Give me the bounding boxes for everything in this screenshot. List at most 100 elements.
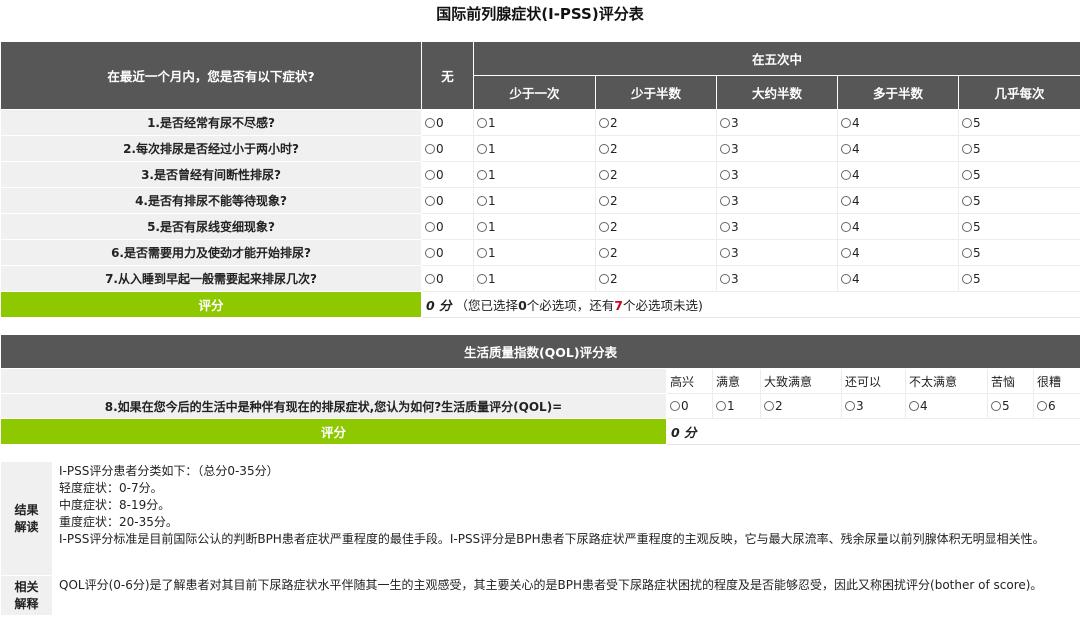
option-label: 0 bbox=[436, 115, 444, 130]
option-label: 0 bbox=[436, 219, 444, 234]
related-label-text: 相关解释 bbox=[14, 579, 39, 611]
radio-button[interactable] bbox=[425, 195, 435, 206]
question-column-header: 在最近一个月内，您是否有以下症状? bbox=[0, 41, 422, 110]
question-text: 6.是否需要用力及使劲才能开始排尿? bbox=[0, 239, 422, 266]
radio-button[interactable] bbox=[477, 247, 487, 258]
ipss-score-value: 0 分 bbox=[426, 298, 452, 313]
qol-option-cell: 0 bbox=[666, 393, 713, 419]
radio-button[interactable] bbox=[599, 195, 609, 206]
radio-button[interactable] bbox=[425, 273, 435, 284]
freq-header-more-than-half: 多于半数 bbox=[837, 75, 959, 110]
question-row: 1.是否经常有尿不尽感? 0 1 2 3 4 5 bbox=[0, 109, 1080, 136]
radio-button[interactable] bbox=[425, 221, 435, 232]
option-label: 4 bbox=[852, 219, 860, 234]
option-label: 5 bbox=[973, 271, 981, 286]
radio-button[interactable] bbox=[599, 117, 609, 128]
option-label: 4 bbox=[852, 271, 860, 286]
interpretation-line: 中度症状：8-19分。 bbox=[59, 498, 171, 512]
radio-button[interactable] bbox=[477, 169, 487, 180]
radio-button[interactable] bbox=[477, 195, 487, 206]
question-text: 1.是否经常有尿不尽感? bbox=[0, 109, 422, 136]
radio-button[interactable] bbox=[962, 143, 972, 154]
option-cell: 5 bbox=[958, 265, 1080, 292]
option-label: 3 bbox=[731, 193, 739, 208]
question-text: 7.从入睡到早起一般需要起来排尿几次? bbox=[0, 265, 422, 292]
radio-button[interactable] bbox=[720, 143, 730, 154]
qol-question: 8.如果在您今后的生活中是种伴有现在的排尿症状,您认为如何?生活质量评分(QOL… bbox=[0, 393, 667, 419]
radio-button[interactable] bbox=[720, 117, 730, 128]
qol-header: 满意 bbox=[712, 368, 761, 394]
radio-button[interactable] bbox=[599, 169, 609, 180]
interpretation-line: 轻度症状：0-7分。 bbox=[59, 481, 163, 495]
freq-header-less-than-half: 少于半数 bbox=[595, 75, 717, 110]
qol-option-label: 4 bbox=[920, 399, 928, 413]
option-cell: 2 bbox=[595, 213, 717, 240]
radio-button[interactable] bbox=[425, 169, 435, 180]
radio-button[interactable] bbox=[425, 247, 435, 258]
radio-button[interactable] bbox=[720, 247, 730, 258]
radio-button[interactable] bbox=[720, 169, 730, 180]
option-label: 3 bbox=[731, 115, 739, 130]
option-label: 1 bbox=[488, 115, 496, 130]
radio-button[interactable] bbox=[764, 401, 774, 411]
option-label: 0 bbox=[436, 141, 444, 156]
option-cell: 2 bbox=[595, 187, 717, 214]
radio-button[interactable] bbox=[962, 169, 972, 180]
radio-button[interactable] bbox=[962, 117, 972, 128]
option-label: 0 bbox=[436, 167, 444, 182]
radio-button[interactable] bbox=[716, 401, 726, 411]
question-row: 6.是否需要用力及使劲才能开始排尿? 0 1 2 3 4 5 bbox=[0, 239, 1080, 266]
radio-button[interactable] bbox=[599, 143, 609, 154]
radio-button[interactable] bbox=[599, 273, 609, 284]
radio-button[interactable] bbox=[477, 221, 487, 232]
radio-button[interactable] bbox=[599, 221, 609, 232]
radio-button[interactable] bbox=[425, 117, 435, 128]
radio-button[interactable] bbox=[962, 195, 972, 206]
radio-button[interactable] bbox=[909, 401, 919, 411]
option-label: 4 bbox=[852, 245, 860, 260]
ipss-score-summary: 0 分 （您已选择0个必选项，还有7个必选项未选) bbox=[421, 291, 1080, 318]
question-text: 5.是否有尿线变细现象? bbox=[0, 213, 422, 240]
option-cell: 5 bbox=[958, 109, 1080, 136]
radio-button[interactable] bbox=[720, 221, 730, 232]
radio-button[interactable] bbox=[841, 117, 851, 128]
qol-option-cell: 5 bbox=[987, 393, 1034, 419]
question-row: 2.每次排尿是否经过小于两小时? 0 1 2 3 4 5 bbox=[0, 135, 1080, 162]
radio-button[interactable] bbox=[477, 117, 487, 128]
option-cell: 3 bbox=[716, 135, 838, 162]
radio-button[interactable] bbox=[477, 273, 487, 284]
radio-button[interactable] bbox=[841, 221, 851, 232]
freq-header-about-half: 大约半数 bbox=[716, 75, 838, 110]
related-label: 相关解释 bbox=[0, 575, 53, 616]
radio-button[interactable] bbox=[841, 169, 851, 180]
radio-button[interactable] bbox=[599, 247, 609, 258]
selected-count: 0 bbox=[518, 298, 527, 313]
radio-button[interactable] bbox=[670, 401, 680, 411]
option-label: 5 bbox=[973, 219, 981, 234]
option-label: 1 bbox=[488, 271, 496, 286]
radio-button[interactable] bbox=[477, 143, 487, 154]
radio-button[interactable] bbox=[962, 247, 972, 258]
radio-button[interactable] bbox=[720, 195, 730, 206]
option-cell: 0 bbox=[421, 109, 474, 136]
qol-option-cell: 1 bbox=[712, 393, 761, 419]
radio-button[interactable] bbox=[841, 247, 851, 258]
option-label: 2 bbox=[610, 245, 618, 260]
radio-button[interactable] bbox=[1037, 401, 1047, 411]
radio-button[interactable] bbox=[991, 401, 1001, 411]
radio-button[interactable] bbox=[845, 401, 855, 411]
related-body: QOL评分(0-6分)是了解患者对其目前下尿路症状水平伴随其一生的主观感受，其主… bbox=[52, 575, 1080, 616]
option-label: 3 bbox=[731, 141, 739, 156]
interpretation-line: 重度症状：20-35分。 bbox=[59, 515, 178, 529]
option-label: 2 bbox=[610, 271, 618, 286]
radio-button[interactable] bbox=[962, 221, 972, 232]
qol-option-label: 5 bbox=[1002, 399, 1010, 413]
radio-button[interactable] bbox=[720, 273, 730, 284]
radio-button[interactable] bbox=[841, 273, 851, 284]
qol-option-label: 2 bbox=[775, 399, 783, 413]
radio-button[interactable] bbox=[425, 143, 435, 154]
radio-button[interactable] bbox=[962, 273, 972, 284]
radio-button[interactable] bbox=[841, 195, 851, 206]
option-cell: 3 bbox=[716, 213, 838, 240]
radio-button[interactable] bbox=[841, 143, 851, 154]
